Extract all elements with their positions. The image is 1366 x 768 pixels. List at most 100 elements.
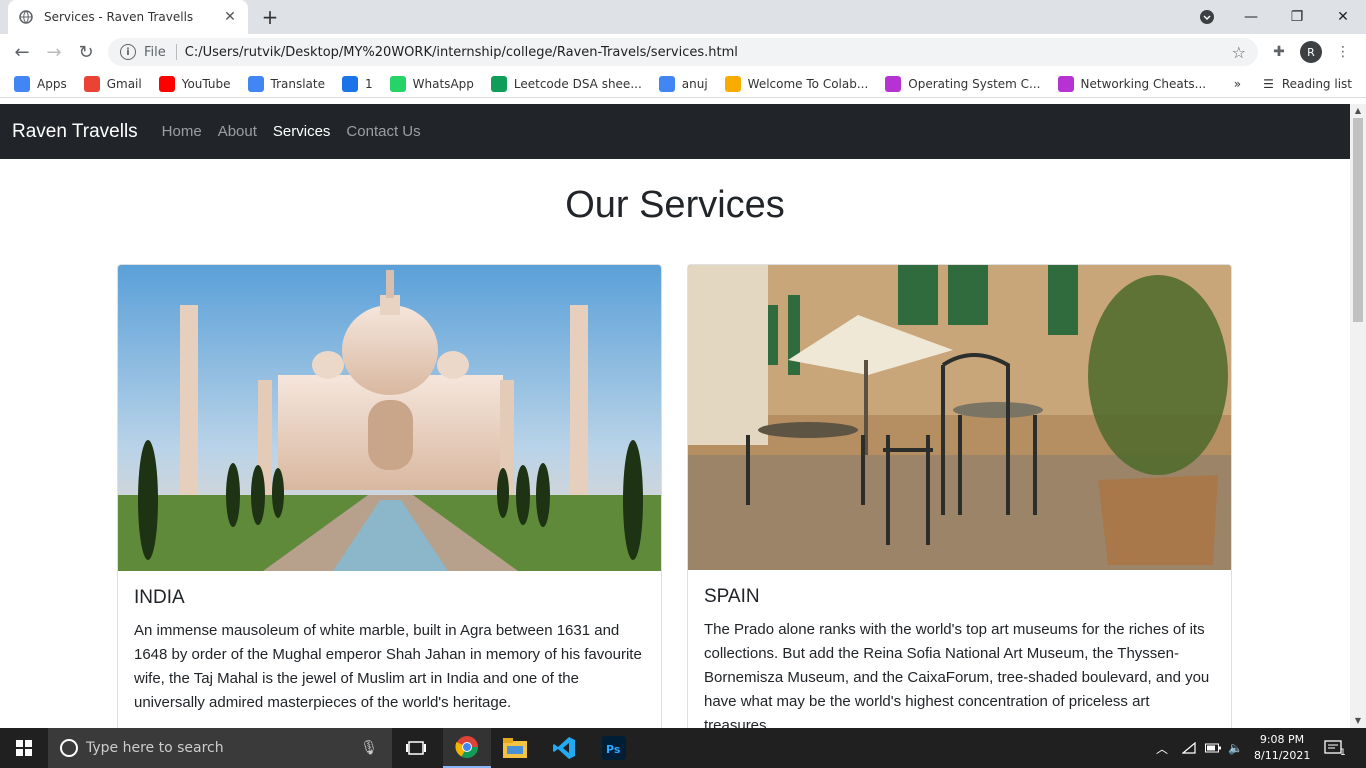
card-text: The Prado alone ranks with the world's t…: [704, 621, 1210, 728]
card-body: INDIA An immense mausoleum of white marb…: [118, 571, 661, 728]
notification-count: 1: [1340, 748, 1346, 758]
bookmark-item[interactable]: WhatsApp: [389, 75, 474, 92]
bookmark-label: 1: [365, 76, 373, 91]
card-title: SPAIN: [704, 586, 760, 607]
battery-icon[interactable]: [1205, 728, 1221, 768]
cortana-icon: [60, 739, 78, 757]
m-icon: [1057, 75, 1074, 92]
url-text[interactable]: C:/Users/rutvik/Desktop/MY%20WORK/intern…: [185, 45, 1232, 60]
forward-button[interactable]: →: [42, 40, 66, 64]
bookmark-item[interactable]: anuj: [658, 75, 708, 92]
bookmark-star-icon[interactable]: ☆: [1232, 43, 1246, 62]
scroll-down-icon[interactable]: ▼: [1350, 714, 1366, 728]
avatar[interactable]: R: [1300, 41, 1322, 63]
bookmark-item[interactable]: YouTube: [158, 75, 231, 92]
sheets-icon: [490, 75, 507, 92]
bookmark-label: Translate: [270, 76, 326, 91]
system-clock[interactable]: 9:08 PM 8/11/2021: [1254, 732, 1310, 764]
taj-mahal-image: [118, 265, 661, 571]
bookmark-label: Gmail: [106, 76, 142, 91]
network-icon[interactable]: [1182, 728, 1196, 768]
reload-button[interactable]: ↻: [74, 40, 98, 64]
bookmarks-bar: Apps Gmail YouTube Translate 1 WhatsApp Leetco…: [0, 70, 1366, 98]
bookmark-label: Networking Cheats...: [1080, 76, 1207, 91]
bookmark-item[interactable]: Networking Cheats...: [1057, 75, 1207, 92]
bookmark-item[interactable]: Apps: [14, 75, 67, 92]
windows-taskbar: Type here to search 🎙 Ps ︿ 🔈 9:08 PM 8/1…: [0, 728, 1366, 768]
bookmarks-overflow-icon[interactable]: »: [1234, 77, 1241, 91]
restore-button[interactable]: ❐: [1274, 0, 1320, 34]
web-page: Raven Travells Home About Services Conta…: [0, 104, 1350, 728]
card-text: An immense mausoleum of white marble, bu…: [134, 622, 642, 711]
bookmark-label: YouTube: [181, 76, 231, 91]
back-button[interactable]: ←: [10, 40, 34, 64]
bookmark-item[interactable]: Translate: [247, 75, 326, 92]
tray-chevron-icon[interactable]: ︿: [1156, 728, 1168, 768]
site-brand[interactable]: Raven Travells: [12, 121, 138, 143]
scroll-thumb[interactable]: [1353, 118, 1363, 322]
bookmark-item[interactable]: Welcome To Colab...: [724, 75, 869, 92]
globe-icon: [18, 9, 34, 25]
file-explorer-icon[interactable]: [491, 728, 539, 768]
minimize-button[interactable]: —: [1228, 0, 1274, 34]
docs-icon: [658, 75, 675, 92]
photoshop-icon[interactable]: Ps: [590, 728, 638, 768]
bookmark-label: Leetcode DSA shee...: [513, 76, 642, 91]
browser-tab-strip: Services - Raven Travells ✕ + — ❐ ✕: [0, 0, 1366, 34]
bookmark-label: Operating System C...: [908, 76, 1041, 91]
bookmark-item[interactable]: 1: [342, 75, 373, 92]
gmail-icon: [83, 75, 100, 92]
service-card-spain: SPAIN The Prado alone ranks with the wor…: [687, 264, 1232, 728]
browser-toolbar: ← → ↻ i File C:/Users/rutvik/Desktop/MY%…: [0, 34, 1366, 70]
scroll-up-icon[interactable]: ▲: [1350, 104, 1366, 118]
address-bar[interactable]: i File C:/Users/rutvik/Desktop/MY%20WORK…: [108, 38, 1258, 66]
bookmark-label: anuj: [681, 76, 708, 91]
bookmark-label: Welcome To Colab...: [747, 76, 869, 91]
page-scrollbar[interactable]: ▲ ▼: [1350, 104, 1366, 728]
bookmarks-right: » ☰ Reading list: [1234, 70, 1352, 98]
volume-icon[interactable]: 🔈: [1228, 728, 1243, 768]
nav-services[interactable]: Services: [273, 123, 331, 140]
windows-start-icon[interactable]: [0, 728, 48, 768]
tab-title: Services - Raven Travells: [44, 10, 194, 24]
microphone-icon[interactable]: 🎙: [360, 740, 378, 756]
window-close-button[interactable]: ✕: [1320, 0, 1366, 34]
bookmark-label: Apps: [37, 76, 67, 91]
m-icon: [885, 75, 902, 92]
site-navbar: Raven Travells Home About Services Conta…: [0, 104, 1350, 159]
translate-icon: [247, 75, 264, 92]
bookmark-label: WhatsApp: [412, 76, 474, 91]
extensions-icon[interactable]: ✚: [1268, 41, 1290, 63]
more-menu-icon[interactable]: ⋮: [1332, 41, 1354, 63]
card-body: SPAIN The Prado alone ranks with the wor…: [688, 570, 1231, 728]
vscode-icon[interactable]: [540, 728, 588, 768]
url-separator: [175, 44, 177, 60]
reading-list-icon[interactable]: ☰: [1263, 77, 1274, 91]
whatsapp-icon: [389, 75, 406, 92]
profile-menu-icon[interactable]: [1184, 0, 1230, 34]
clock-time: 9:08 PM: [1259, 733, 1305, 746]
chrome-icon[interactable]: [443, 728, 491, 768]
youtube-icon: [158, 75, 175, 92]
bookmark-item[interactable]: Gmail: [83, 75, 142, 92]
reading-list-label[interactable]: Reading list: [1282, 77, 1352, 91]
close-tab-icon[interactable]: ✕: [222, 9, 238, 25]
url-scheme: File: [144, 44, 166, 60]
search-placeholder: Type here to search: [86, 740, 224, 756]
service-card-india: INDIA An immense mausoleum of white marb…: [117, 264, 662, 728]
browser-tab[interactable]: Services - Raven Travells ✕: [8, 0, 248, 34]
colab-icon: [724, 75, 741, 92]
info-icon[interactable]: i: [120, 44, 136, 60]
nav-home[interactable]: Home: [162, 123, 202, 140]
s-icon: [342, 75, 359, 92]
bookmark-item[interactable]: Leetcode DSA shee...: [490, 75, 642, 92]
page-title: Our Services: [565, 184, 785, 226]
notifications-icon[interactable]: 1: [1324, 728, 1346, 768]
new-tab-button[interactable]: +: [258, 6, 282, 28]
taskbar-search[interactable]: Type here to search 🎙: [48, 728, 392, 768]
nav-about[interactable]: About: [218, 123, 257, 140]
nav-contact[interactable]: Contact Us: [346, 123, 420, 140]
task-view-icon[interactable]: [392, 728, 440, 768]
bookmark-item[interactable]: Operating System C...: [885, 75, 1041, 92]
clock-date: 8/11/2021: [1254, 749, 1311, 762]
